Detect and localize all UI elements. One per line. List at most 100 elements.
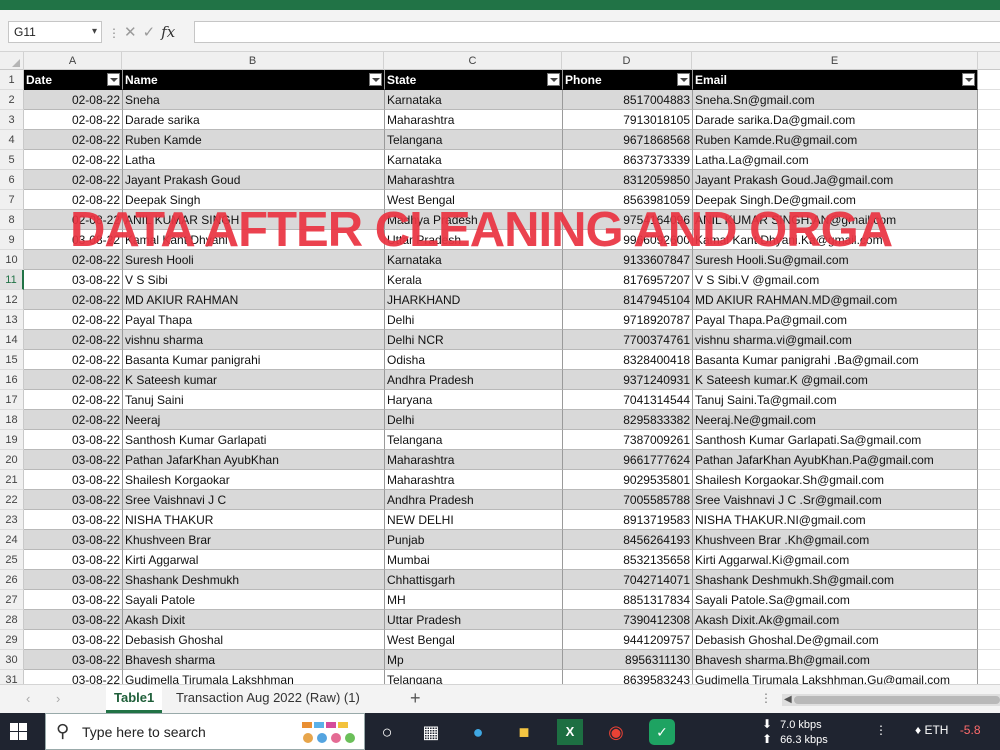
cell-email[interactable]: Shashank Deshmukh.Sh@gmail.com [692, 570, 978, 590]
cell-date[interactable]: 03-08-22 [24, 610, 122, 630]
cell-name[interactable]: Shashank Deshmukh [122, 570, 384, 590]
cell-date[interactable]: 03-08-22 [24, 650, 122, 670]
cell-empty[interactable] [978, 130, 1000, 150]
cell-empty[interactable] [978, 150, 1000, 170]
cell-date[interactable]: 02-08-22 [24, 170, 122, 190]
row-number[interactable]: 10 [0, 250, 24, 270]
cell-empty[interactable] [978, 630, 1000, 650]
cell-empty[interactable] [978, 430, 1000, 450]
function-icon[interactable]: fx [161, 23, 175, 41]
cell-phone[interactable]: 7042714071 [562, 570, 692, 590]
cell-email[interactable]: Darade sarika.Da@gmail.com [692, 110, 978, 130]
cell-date[interactable]: 02-08-22 [24, 390, 122, 410]
row-number[interactable]: 20 [0, 450, 24, 470]
cell-empty[interactable] [978, 90, 1000, 110]
cell-state[interactable]: Odisha [384, 350, 562, 370]
row-number[interactable]: 21 [0, 470, 24, 490]
filter-dropdown-icon[interactable] [547, 73, 560, 86]
formula-input[interactable] [194, 21, 1000, 43]
row-number[interactable]: 19 [0, 430, 24, 450]
row-number[interactable]: 3 [0, 110, 24, 130]
row-number[interactable]: 29 [0, 630, 24, 650]
cell-name[interactable]: Darade sarika [122, 110, 384, 130]
row-number[interactable]: 15 [0, 350, 24, 370]
header-cell-state[interactable]: State [384, 70, 562, 90]
row-number[interactable]: 2 [0, 90, 24, 110]
cortana-icon[interactable]: ○ [374, 719, 400, 745]
row-number[interactable]: 30 [0, 650, 24, 670]
filter-dropdown-icon[interactable] [107, 73, 120, 86]
row-number[interactable]: 1 [0, 70, 24, 90]
cell-state[interactable]: Andhra Pradesh [384, 490, 562, 510]
cell-email[interactable]: NISHA THAKUR.NI@gmail.com [692, 510, 978, 530]
add-sheet-icon[interactable]: + [410, 688, 421, 709]
select-all-corner[interactable] [0, 52, 24, 70]
row-number[interactable]: 28 [0, 610, 24, 630]
row-number[interactable]: 6 [0, 170, 24, 190]
cell-email[interactable]: Sayali Patole.Sa@gmail.com [692, 590, 978, 610]
cell-phone[interactable]: 9371240931 [562, 370, 692, 390]
cell-empty[interactable] [978, 590, 1000, 610]
cell-date[interactable]: 02-08-22 [24, 290, 122, 310]
cell-phone[interactable]: 9718920787 [562, 310, 692, 330]
cell-email[interactable]: Neeraj.Ne@gmail.com [692, 410, 978, 430]
cell-state[interactable]: Uttar Pradesh [384, 610, 562, 630]
check-icon[interactable]: ✓ [143, 24, 156, 41]
row-number[interactable]: 5 [0, 150, 24, 170]
cell-state[interactable]: Karnataka [384, 150, 562, 170]
cell-phone[interactable]: 8637373339 [562, 150, 692, 170]
cell-date[interactable]: 03-08-22 [24, 630, 122, 650]
cell-phone[interactable]: 8328400418 [562, 350, 692, 370]
cell-email[interactable]: Jayant Prakash Goud.Ja@gmail.com [692, 170, 978, 190]
cell-name[interactable]: Akash Dixit [122, 610, 384, 630]
cell-name[interactable]: V S Sibi [122, 270, 384, 290]
cell-name[interactable]: K Sateesh kumar [122, 370, 384, 390]
cell-phone[interactable]: 9661777624 [562, 450, 692, 470]
cell-state[interactable]: Delhi [384, 310, 562, 330]
cell-date[interactable]: 03-08-22 [24, 430, 122, 450]
cell-state[interactable]: Punjab [384, 530, 562, 550]
cell-state[interactable]: Maharashtra [384, 170, 562, 190]
cell-state[interactable]: Maharashtra [384, 110, 562, 130]
more-options-icon[interactable]: ⋮ [760, 691, 772, 705]
cell-state[interactable]: Maharashtra [384, 450, 562, 470]
cell-state[interactable]: Andhra Pradesh [384, 370, 562, 390]
cell-email[interactable]: Sree Vaishnavi J C .Sr@gmail.com [692, 490, 978, 510]
row-number[interactable]: 9 [0, 230, 24, 250]
cell-name[interactable]: Basanta Kumar panigrahi [122, 350, 384, 370]
cell-name[interactable]: Ruben Kamde [122, 130, 384, 150]
cell-empty[interactable] [978, 530, 1000, 550]
cell-empty[interactable] [978, 70, 1000, 90]
row-number[interactable]: 24 [0, 530, 24, 550]
cell-name[interactable]: Khushveen Brar [122, 530, 384, 550]
cell-date[interactable]: 02-08-22 [24, 310, 122, 330]
cell-phone[interactable]: 7041314544 [562, 390, 692, 410]
chrome-icon[interactable]: ◉ [603, 719, 629, 745]
cell-name[interactable]: Neeraj [122, 410, 384, 430]
cell-phone[interactable]: 7700374761 [562, 330, 692, 350]
cell-name[interactable]: Bhavesh sharma [122, 650, 384, 670]
row-number[interactable]: 26 [0, 570, 24, 590]
row-number[interactable]: 27 [0, 590, 24, 610]
cell-empty[interactable] [978, 110, 1000, 130]
cell-empty[interactable] [978, 270, 1000, 290]
cell-empty[interactable] [978, 350, 1000, 370]
cell-email[interactable]: Sneha.Sn@gmail.com [692, 90, 978, 110]
cell-phone[interactable]: 8147945104 [562, 290, 692, 310]
cell-email[interactable]: Bhavesh sharma.Bh@gmail.com [692, 650, 978, 670]
column-header-b[interactable]: B [122, 52, 384, 70]
cell-email[interactable]: Gudimella Tirumala Lakshhman.Gu@gmail.co… [692, 670, 978, 684]
column-header-e[interactable]: E [692, 52, 978, 70]
cell-email[interactable]: Pathan JafarKhan AyubKhan.Pa@gmail.com [692, 450, 978, 470]
cell-name[interactable]: Payal Thapa [122, 310, 384, 330]
cell-empty[interactable] [978, 490, 1000, 510]
cell-phone[interactable]: 9441209757 [562, 630, 692, 650]
cell-empty[interactable] [978, 330, 1000, 350]
cell-name[interactable]: Jayant Prakash Goud [122, 170, 384, 190]
cell-name[interactable]: Sree Vaishnavi J C [122, 490, 384, 510]
row-number[interactable]: 13 [0, 310, 24, 330]
cell-date[interactable]: 03-08-22 [24, 670, 122, 684]
chevron-right-icon[interactable]: › [56, 691, 60, 706]
cell-phone[interactable]: 8851317834 [562, 590, 692, 610]
cell-date[interactable]: 03-08-22 [24, 550, 122, 570]
